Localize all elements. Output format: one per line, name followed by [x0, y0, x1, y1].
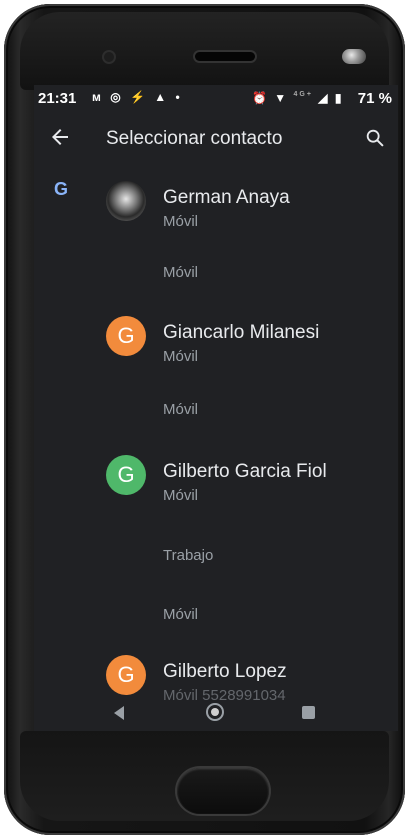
fingerprint-sensor[interactable]: [177, 768, 269, 814]
top-bezel: [20, 12, 389, 90]
network-type-label: 4G+: [293, 91, 313, 98]
phone-number-row[interactable]: Móvil: [34, 246, 398, 302]
earpiece-speaker: [195, 52, 255, 61]
search-icon[interactable]: [364, 127, 386, 149]
alarm-wifi-icons: ⏰ ▼: [252, 91, 289, 105]
contact-name: Gilberto Garcia Fiol: [163, 461, 327, 482]
contact-name: German Anaya: [163, 187, 290, 208]
nav-home-icon[interactable]: [206, 703, 224, 721]
signal-battery-icons: ◢ ▮: [318, 91, 344, 105]
phone-number-row[interactable]: Trabajo: [34, 529, 398, 585]
status-time: 21:31: [38, 90, 77, 107]
navigation-bar: [34, 697, 398, 731]
phone-type-label: Móvil: [163, 264, 199, 281]
contact-name: Gilberto Lopez: [163, 661, 287, 682]
phone-type-label: Trabajo: [163, 547, 214, 564]
avatar: G: [106, 455, 146, 495]
avatar: G: [106, 316, 146, 356]
notification-icons: ᴍ ◎ ⚡ ▲ •: [92, 90, 183, 104]
status-icons: ⏰ ▼ 4G+ ◢ ▮: [252, 91, 343, 105]
phone-frame: 21:31 ᴍ ◎ ⚡ ▲ • ⏰ ▼ 4G+ ◢ ▮ 71 % Selecci…: [4, 4, 405, 835]
contact-row-giancarlo-milanesi[interactable]: G Giancarlo Milanesi Móvil: [34, 302, 398, 366]
screen: 21:31 ᴍ ◎ ⚡ ▲ • ⏰ ▼ 4G+ ◢ ▮ 71 % Selecci…: [34, 85, 398, 731]
status-bar: 21:31 ᴍ ◎ ⚡ ▲ • ⏰ ▼ 4G+ ◢ ▮ 71 %: [34, 85, 398, 111]
front-camera: [104, 52, 114, 62]
nav-back-icon[interactable]: [114, 706, 124, 720]
page-title: Seleccionar contacto: [106, 128, 283, 149]
phone-type-label: Móvil: [163, 606, 199, 623]
avatar: [106, 181, 146, 221]
contact-phone-type: Móvil: [163, 487, 199, 504]
battery-percentage: 71 %: [357, 90, 392, 107]
contact-row-gilberto-lopez[interactable]: G Gilberto Lopez Móvil 5528991034: [34, 641, 398, 705]
phone-number-row[interactable]: Móvil: [34, 588, 398, 644]
nav-recents-icon[interactable]: [302, 706, 315, 719]
bottom-bezel: [20, 731, 389, 821]
contact-phone-type: Móvil: [163, 213, 199, 230]
phone-number-row[interactable]: Móvil: [34, 383, 398, 439]
phone-type-label: Móvil: [163, 401, 199, 418]
app-bar: Seleccionar contacto: [34, 111, 398, 167]
contact-row-gilberto-garcia-fiol[interactable]: G Gilberto Garcia Fiol Móvil: [34, 441, 398, 505]
contact-name: Giancarlo Milanesi: [163, 322, 320, 343]
contact-phone-type: Móvil: [163, 348, 199, 365]
avatar: G: [106, 655, 146, 695]
contact-row-german-anaya[interactable]: German Anaya Móvil: [34, 167, 398, 231]
arrow-back-icon[interactable]: [48, 125, 72, 149]
front-flash: [342, 49, 366, 64]
